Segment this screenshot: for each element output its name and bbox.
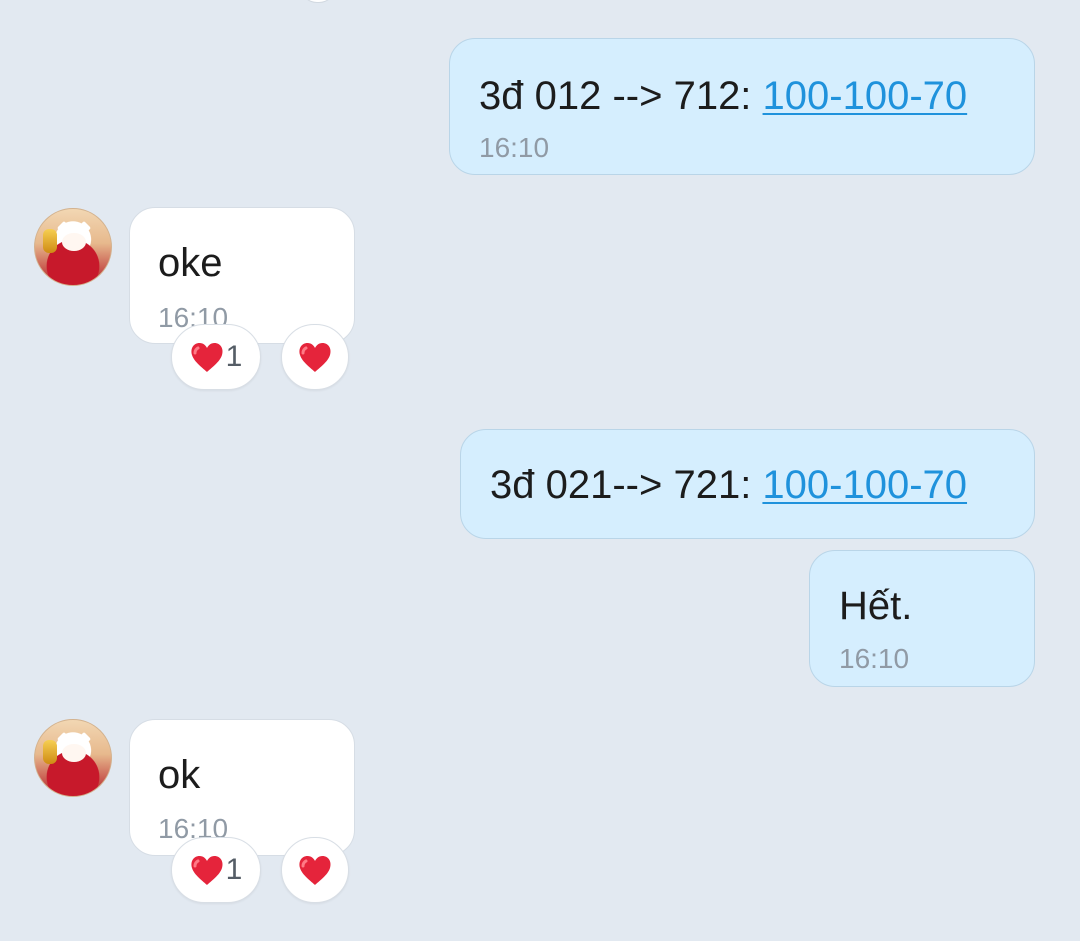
add-reaction-button[interactable] <box>281 324 349 390</box>
heart-icon <box>298 855 332 886</box>
avatar-face <box>62 744 86 762</box>
message-text: Hết. <box>839 584 913 628</box>
heart-icon <box>298 342 332 373</box>
message-text-prefix: 3đ 012 --> 712: <box>479 74 763 118</box>
reaction-count-button[interactable]: 1 <box>171 324 261 390</box>
contact-avatar[interactable] <box>34 719 112 797</box>
message-text: 3đ 021--> 721: 100-100-70 <box>490 462 967 508</box>
received-message-bubble[interactable]: ok 16:10 <box>129 719 355 856</box>
message-link[interactable]: 100-100-70 <box>762 463 967 507</box>
message-time: 16:10 <box>839 643 910 674</box>
previous-reaction-button[interactable] <box>300 0 336 3</box>
reaction-count-button[interactable]: 1 <box>171 837 261 903</box>
message-text: ok <box>158 753 201 797</box>
message-time: 16:10 <box>479 132 550 163</box>
avatar-decoration <box>43 740 57 764</box>
message-text: 3đ 012 --> 712: 100-100-70 <box>479 73 967 119</box>
heart-icon <box>190 855 224 886</box>
message-text-prefix: 3đ 021--> 721: <box>490 463 763 507</box>
reaction-count: 1 <box>225 340 243 373</box>
chat-thread[interactable]: 3đ 012 --> 712: 100-100-70 16:10 oke 16:… <box>0 0 1080 941</box>
avatar-face <box>62 233 86 251</box>
reaction-count: 1 <box>225 853 243 886</box>
add-reaction-button[interactable] <box>281 837 349 903</box>
message-link[interactable]: 100-100-70 <box>763 74 968 118</box>
message-text: oke <box>158 241 223 285</box>
contact-avatar[interactable] <box>34 208 112 286</box>
sent-message-bubble[interactable]: 3đ 021--> 721: 100-100-70 <box>460 429 1035 539</box>
sent-message-bubble[interactable]: Hết. 16:10 <box>809 550 1035 687</box>
sent-message-bubble[interactable]: 3đ 012 --> 712: 100-100-70 16:10 <box>449 38 1035 175</box>
avatar-decoration <box>43 229 57 253</box>
heart-icon <box>190 342 224 373</box>
